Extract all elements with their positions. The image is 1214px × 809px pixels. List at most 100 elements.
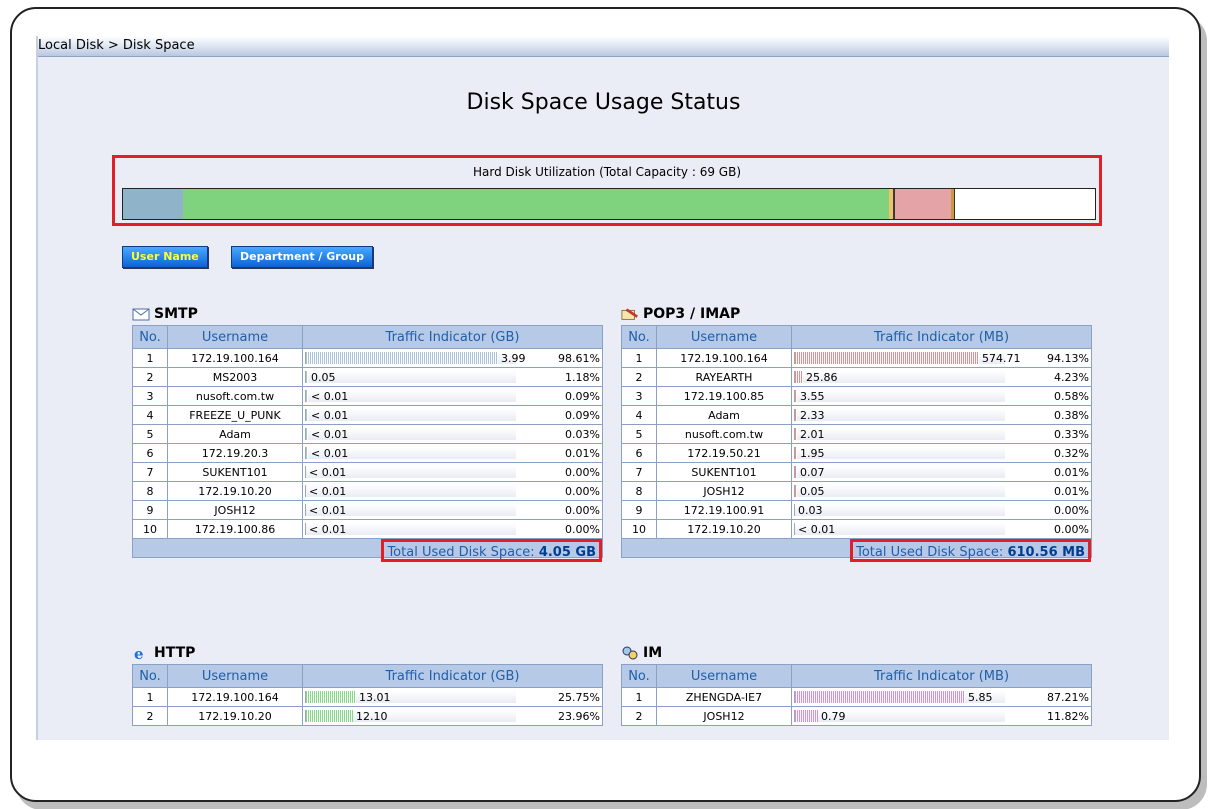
total-used-row: Total Used Disk Space: 4.05 GB — [132, 538, 603, 562]
traffic-bar-track — [794, 390, 1005, 402]
traffic-percent: 4.23% — [1054, 371, 1089, 384]
row-number: 7 — [132, 462, 168, 482]
column-header-no: No. — [621, 325, 657, 349]
row-traffic-indicator: 0.03 0.00% — [791, 500, 1092, 520]
traffic-percent: 0.00% — [1054, 504, 1089, 517]
traffic-percent: 0.09% — [565, 390, 600, 403]
traffic-value: < 0.01 — [311, 428, 349, 441]
traffic-percent: 0.03% — [565, 428, 600, 441]
column-header-username: Username — [167, 664, 303, 688]
user-name-button[interactable]: User Name — [122, 246, 208, 268]
traffic-value: 0.07 — [800, 466, 825, 479]
row-number: 6 — [621, 443, 657, 463]
row-number: 4 — [132, 405, 168, 425]
row-number: 10 — [621, 519, 657, 539]
breadcrumb: Local Disk > Disk Space — [38, 38, 195, 53]
hard-disk-segment — [951, 189, 955, 219]
traffic-percent: 0.09% — [565, 409, 600, 422]
traffic-bar-track — [305, 371, 516, 383]
row-traffic-indicator: 0.79 11.82% — [791, 706, 1092, 726]
row-username: 172.19.10.20 — [167, 481, 303, 501]
row-traffic-indicator: 5.85 87.21% — [791, 687, 1092, 707]
hard-disk-usage-bar — [122, 188, 1096, 220]
traffic-bar-track — [794, 466, 1005, 478]
row-username: Adam — [656, 405, 792, 425]
traffic-percent: 0.00% — [565, 485, 600, 498]
traffic-value: 2.33 — [800, 409, 825, 422]
row-username: 172.19.20.3 — [167, 443, 303, 463]
row-username: ZHENGDA-IE7 — [656, 687, 792, 707]
traffic-percent: 11.82% — [1047, 710, 1089, 723]
row-traffic-indicator: 2.01 0.33% — [791, 424, 1092, 444]
row-number: 9 — [621, 500, 657, 520]
table-row: 1 172.19.100.164 574.71 94.13% — [621, 348, 1092, 368]
total-value: 4.05 GB — [538, 545, 596, 560]
traffic-bar-fill — [306, 710, 353, 722]
table-row: 7 SUKENT101 < 0.01 0.00% — [132, 462, 603, 482]
row-number: 1 — [621, 348, 657, 368]
row-number: 4 — [621, 405, 657, 425]
row-traffic-indicator: 0.05 1.18% — [302, 367, 603, 387]
table-row: 6 172.19.20.3 < 0.01 0.01% — [132, 443, 603, 463]
traffic-bar-fill — [306, 447, 308, 459]
browser-e-icon: e — [132, 645, 150, 661]
pop3-traffic-table: No. Username Traffic Indicator (MB) 1 172.19… — [621, 325, 1092, 562]
traffic-value: 0.05 — [311, 371, 336, 384]
column-header-traffic: Traffic Indicator (GB) — [302, 664, 603, 688]
row-traffic-indicator: < 0.01 0.09% — [302, 405, 603, 425]
table-row: 2 MS2003 0.05 1.18% — [132, 367, 603, 387]
row-number: 6 — [132, 443, 168, 463]
envelope-icon — [132, 307, 150, 321]
traffic-percent: 0.00% — [565, 504, 600, 517]
table-row: 8 172.19.10.20 < 0.01 0.00% — [132, 481, 603, 501]
traffic-percent: 0.33% — [1054, 428, 1089, 441]
traffic-percent: 0.00% — [565, 523, 600, 536]
traffic-percent: 0.00% — [565, 466, 600, 479]
traffic-value: < 0.01 — [311, 447, 349, 460]
traffic-percent: 23.96% — [558, 710, 600, 723]
traffic-value: 0.05 — [800, 485, 825, 498]
row-traffic-indicator: < 0.01 0.09% — [302, 386, 603, 406]
traffic-bar-track — [305, 710, 516, 722]
traffic-bar-fill — [795, 485, 797, 497]
table-row: 8 JOSH12 0.05 0.01% — [621, 481, 1092, 501]
row-username: 172.19.10.20 — [656, 519, 792, 539]
row-number: 3 — [132, 386, 168, 406]
traffic-percent: 0.00% — [1054, 523, 1089, 536]
row-username: SUKENT101 — [167, 462, 303, 482]
traffic-value: < 0.01 — [311, 409, 349, 422]
smtp-traffic-table: No. Username Traffic Indicator (GB) 1 172.19… — [132, 325, 603, 562]
table-row: 4 FREEZE_U_PUNK < 0.01 0.09% — [132, 405, 603, 425]
row-username: JOSH12 — [656, 481, 792, 501]
column-header-traffic: Traffic Indicator (MB) — [791, 325, 1092, 349]
page-title: Disk Space Usage Status — [466, 90, 741, 115]
smtp-section-title: SMTP — [132, 305, 198, 323]
row-number: 2 — [621, 706, 657, 726]
table-row: 3 nusoft.com.tw < 0.01 0.09% — [132, 386, 603, 406]
traffic-bar-track — [305, 691, 516, 703]
table-row: 4 Adam 2.33 0.38% — [621, 405, 1092, 425]
row-traffic-indicator: < 0.01 0.00% — [302, 462, 603, 482]
row-username: 172.19.100.164 — [656, 348, 792, 368]
row-username: Adam — [167, 424, 303, 444]
traffic-percent: 94.13% — [1047, 352, 1089, 365]
row-username: 172.19.100.91 — [656, 500, 792, 520]
row-username: 172.19.100.86 — [167, 519, 303, 539]
traffic-bar-fill — [306, 409, 308, 421]
department-group-button[interactable]: Department / Group — [231, 246, 373, 268]
table-row: 3 172.19.100.85 3.55 0.58% — [621, 386, 1092, 406]
traffic-value: 3.55 — [800, 390, 825, 403]
traffic-bar-track — [794, 447, 1005, 459]
table-row: 2 JOSH12 0.79 11.82% — [621, 706, 1092, 726]
table-row: 1 172.19.100.164 3.99 98.61% — [132, 348, 603, 368]
column-header-no: No. — [621, 664, 657, 688]
table-row: 1 172.19.100.164 13.01 25.75% — [132, 687, 603, 707]
traffic-percent: 98.61% — [558, 352, 600, 365]
im-section-title: IM — [621, 644, 662, 662]
row-number: 10 — [132, 519, 168, 539]
traffic-value: < 0.01 — [309, 523, 347, 536]
total-label: Total Used Disk Space: — [856, 545, 1008, 560]
row-traffic-indicator: 574.71 94.13% — [791, 348, 1092, 368]
row-username: RAYEARTH — [656, 367, 792, 387]
traffic-bar-fill — [795, 428, 797, 440]
